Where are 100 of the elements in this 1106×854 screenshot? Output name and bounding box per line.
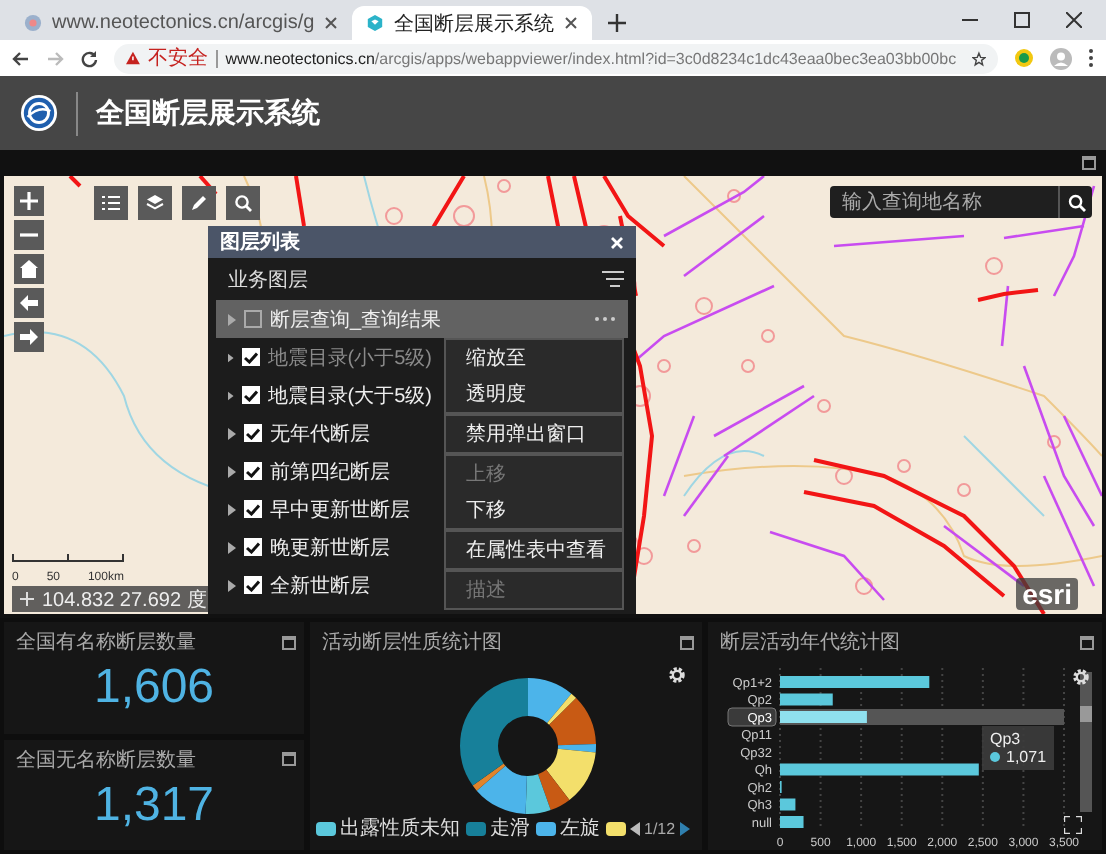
maximize-icon[interactable] bbox=[282, 752, 296, 766]
menu-item[interactable]: 下移 bbox=[446, 492, 622, 528]
back-icon[interactable] bbox=[12, 49, 30, 67]
maximize-icon[interactable] bbox=[1080, 635, 1094, 649]
layer-name: 断层查询_查询结果 bbox=[270, 307, 442, 333]
menu-icon[interactable] bbox=[1088, 48, 1094, 68]
more-icon[interactable] bbox=[594, 316, 616, 322]
layer-row[interactable]: 早中更新世断层 bbox=[216, 490, 432, 528]
section-title: 业务图层 bbox=[228, 267, 308, 293]
layer-name: 全新世断层 bbox=[270, 573, 370, 599]
expand-icon[interactable] bbox=[228, 541, 236, 553]
security-label[interactable]: 不安全 bbox=[147, 44, 208, 72]
address-bar[interactable]: 不安全 www.neotectonics.cn/arcgis/apps/webappviewer/index.html?id=3c0d8234c1dc43eaa0bec3ea03bb00bc bbox=[114, 43, 998, 73]
expand-icon[interactable] bbox=[228, 465, 236, 477]
layer-row[interactable]: 无年代断层 bbox=[216, 414, 432, 452]
menu-item[interactable]: 在属性表中查看 bbox=[446, 532, 622, 568]
settings-icon[interactable] bbox=[668, 666, 686, 684]
expand-icon[interactable] bbox=[228, 579, 236, 591]
stat-value: 1,317 bbox=[93, 777, 215, 834]
stat-value: 1,606 bbox=[93, 660, 215, 717]
legend-label[interactable]: 左旋 bbox=[560, 814, 600, 842]
close-icon[interactable] bbox=[1066, 12, 1082, 28]
layer-row[interactable]: 断层查询_查询结果 bbox=[216, 300, 628, 338]
forward-button[interactable] bbox=[14, 322, 44, 352]
browser-tab[interactable]: www.neotectonics.cn/arcgis/g bbox=[10, 6, 353, 40]
series-dot-icon bbox=[990, 752, 1000, 762]
bar bbox=[780, 798, 796, 811]
tab-close-icon[interactable] bbox=[564, 16, 579, 30]
reload-icon[interactable] bbox=[80, 49, 98, 67]
layer-checkbox[interactable] bbox=[241, 386, 260, 404]
layer-name: 地震目录(小于5级) bbox=[267, 345, 432, 371]
legend-swatch[interactable] bbox=[536, 821, 556, 835]
previous-icon[interactable] bbox=[630, 821, 640, 835]
esri-logo: esri bbox=[1016, 578, 1078, 610]
draw-button[interactable] bbox=[182, 186, 216, 220]
layer-checkbox[interactable] bbox=[244, 576, 262, 594]
url-text[interactable]: www.neotectonics.cn/arcgis/apps/webappviewer/index.html?id=3c0d8234c1dc43eaa0bec3ea03bb00bc bbox=[225, 49, 957, 67]
layer-row[interactable]: 晚更新世断层 bbox=[216, 528, 432, 566]
logo-icon bbox=[20, 94, 58, 132]
layer-checkbox[interactable] bbox=[244, 310, 262, 328]
layer-list-button[interactable] bbox=[94, 186, 128, 220]
list-icon bbox=[102, 194, 120, 212]
legend-label[interactable]: 走滑 bbox=[490, 814, 530, 842]
legend-swatch[interactable] bbox=[316, 821, 336, 835]
query-button[interactable] bbox=[226, 186, 260, 220]
fullscreen-icon[interactable] bbox=[1064, 816, 1082, 834]
menu-item[interactable]: 缩放至 bbox=[446, 340, 622, 376]
maximize-icon[interactable] bbox=[1014, 12, 1030, 28]
zoom-in-button[interactable] bbox=[14, 186, 44, 216]
maximize-icon[interactable] bbox=[1082, 156, 1096, 170]
maximize-icon[interactable] bbox=[680, 635, 694, 649]
coordinates-text: 104.832 27.692 度 bbox=[42, 587, 207, 613]
back-button[interactable] bbox=[14, 288, 44, 318]
menu-item[interactable]: 禁用弹出窗口 bbox=[446, 416, 622, 452]
layer-row[interactable]: 全新世断层 bbox=[216, 566, 432, 604]
legend-label[interactable]: 出露性质未知 bbox=[340, 814, 460, 842]
expand-icon[interactable] bbox=[228, 503, 236, 515]
menu-item[interactable]: 透明度 bbox=[446, 376, 622, 412]
expand-icon[interactable] bbox=[228, 427, 236, 439]
layer-name: 早中更新世断层 bbox=[270, 497, 410, 523]
legend-swatch[interactable] bbox=[466, 821, 486, 835]
home-button[interactable] bbox=[14, 254, 44, 284]
card-title: 活动断层性质统计图 bbox=[322, 629, 502, 656]
bookmark-star-icon[interactable] bbox=[972, 49, 986, 67]
layer-checkbox[interactable] bbox=[244, 500, 262, 518]
arrow-left-icon bbox=[20, 294, 38, 312]
settings-icon[interactable] bbox=[1072, 668, 1090, 686]
browser-tab[interactable]: 全国断层展示系统 bbox=[352, 6, 593, 40]
pencil-icon bbox=[190, 194, 208, 212]
filter-icon[interactable] bbox=[602, 270, 624, 288]
search-field[interactable]: 输入查询地名称 bbox=[830, 186, 1092, 218]
chart-tooltip: Qp3 1,071 bbox=[982, 726, 1055, 770]
expand-icon[interactable] bbox=[228, 389, 234, 401]
legend-swatch[interactable] bbox=[606, 821, 626, 835]
zoom-out-button[interactable] bbox=[14, 220, 44, 250]
warning-icon bbox=[126, 50, 140, 66]
card-title: 全国无名称断层数量 bbox=[16, 747, 196, 773]
bar bbox=[780, 711, 867, 723]
card-title: 全国有名称断层数量 bbox=[16, 629, 196, 656]
layers-button[interactable] bbox=[138, 186, 172, 220]
card-title: 断层活动年代统计图 bbox=[720, 629, 900, 656]
layers-icon bbox=[146, 194, 164, 212]
home-icon bbox=[20, 260, 38, 278]
layer-name: 前第四纪断层 bbox=[270, 459, 390, 485]
maximize-icon[interactable] bbox=[282, 635, 296, 649]
globe-icon bbox=[24, 14, 42, 32]
layer-row[interactable]: 地震目录(大于5级) bbox=[216, 376, 432, 414]
plus-icon bbox=[20, 192, 38, 210]
layer-checkbox[interactable] bbox=[244, 462, 262, 480]
new-tab-icon[interactable] bbox=[608, 14, 627, 32]
layer-name: 地震目录(大于5级) bbox=[267, 383, 432, 409]
layer-checkbox[interactable] bbox=[244, 538, 262, 556]
tab-close-icon[interactable] bbox=[324, 16, 339, 30]
bar bbox=[780, 816, 804, 828]
donut-chart-drawing bbox=[460, 678, 596, 814]
layer-row[interactable]: 前第四纪断层 bbox=[216, 452, 432, 490]
next-icon[interactable] bbox=[679, 821, 690, 835]
layer-checkbox[interactable] bbox=[244, 424, 262, 442]
extension-icon[interactable] bbox=[1014, 48, 1034, 68]
scrollbar[interactable] bbox=[1080, 672, 1092, 812]
